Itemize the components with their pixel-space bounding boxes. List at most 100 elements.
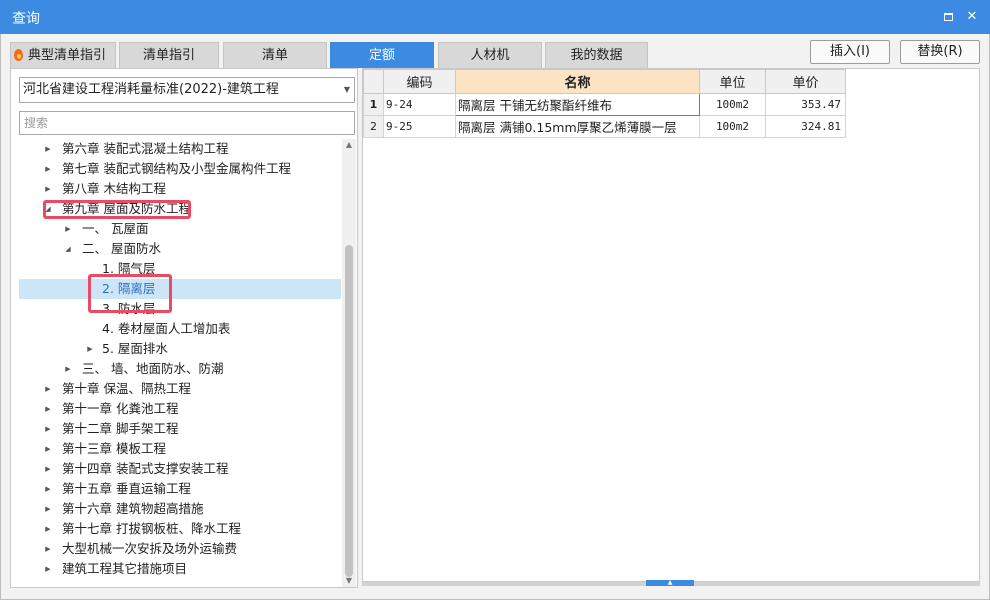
collapse-arrow-icon[interactable]: ◢ — [64, 239, 72, 259]
tree-item[interactable]: ▶ 第十五章 垂直运输工程 — [11, 479, 341, 499]
col-header-code[interactable]: 编码 — [383, 69, 456, 94]
tree-item[interactable]: ▶ 第十六章 建筑物超高措施 — [11, 499, 341, 519]
cell-price[interactable]: 353.47 — [765, 93, 846, 116]
window-titlebar: 查询 ✕ — [0, 0, 990, 34]
tree-item[interactable]: ▶ 大型机械一次安拆及场外运输费 — [11, 539, 341, 559]
tree-item-label: 第十七章 打拔钢板桩、降水工程 — [62, 521, 241, 536]
expand-arrow-icon[interactable]: ▶ — [44, 439, 52, 459]
tree-item-label: 第十一章 化粪池工程 — [62, 401, 179, 416]
standard-select-value: 河北省建设工程消耗量标准(2022)-建筑工程 — [23, 82, 279, 97]
expand-arrow-icon[interactable]: ▶ — [44, 479, 52, 499]
tree-item[interactable]: ▶ 第十二章 脚手架工程 — [11, 419, 341, 439]
expand-arrow-icon[interactable]: ▶ — [64, 359, 72, 379]
chevron-down-icon[interactable]: ▼ — [344, 78, 350, 102]
standard-select[interactable]: 河北省建设工程消耗量标准(2022)-建筑工程 ▼ — [19, 77, 355, 103]
expand-arrow-icon[interactable]: ▶ — [44, 559, 52, 579]
tree-item[interactable]: ▶ 第十四章 装配式支撑安装工程 — [11, 459, 341, 479]
tree-item-label: 4. 卷材屋面人工增加表 — [102, 321, 231, 336]
tab-label: 典型清单指引 — [27, 48, 106, 63]
expand-arrow-icon[interactable]: ▶ — [44, 519, 52, 539]
tree-item[interactable]: ▶ 第十七章 打拔钢板桩、降水工程 — [11, 519, 341, 539]
cell-code[interactable]: 9-25 — [383, 115, 456, 138]
expand-arrow-icon[interactable]: ▶ — [44, 539, 52, 559]
tree-item[interactable]: ▶ 建筑工程其它措施项目 — [11, 559, 341, 579]
tree-item[interactable]: ◢ 第九章 屋面及防水工程 — [11, 199, 341, 219]
tab-list-guide[interactable]: 清单指引 — [119, 42, 219, 68]
cell-name[interactable]: 隔离层 满铺0.15mm厚聚乙烯薄膜一层 — [455, 115, 700, 138]
tree-item-label: 第九章 屋面及防水工程 — [62, 201, 191, 216]
tree-item[interactable]: 3. 防水层 — [11, 299, 341, 319]
tree-item-label: 一、 瓦屋面 — [82, 221, 149, 236]
tree-item-label: 二、 屋面防水 — [82, 241, 161, 256]
tree-item[interactable]: ▶ 第七章 装配式钢结构及小型金属构件工程 — [11, 159, 341, 179]
results-table: 编码 名称 单位 单价 1 9-24 隔离层 干铺无纺聚酯纤维布 100m2 3… — [363, 69, 846, 138]
tree-item-label: 第八章 木结构工程 — [62, 181, 166, 196]
expand-arrow-icon[interactable]: ▶ — [44, 179, 52, 199]
tree-item-label: 第十五章 垂直运输工程 — [62, 481, 191, 496]
tab-labor-material-machine[interactable]: 人材机 — [438, 42, 542, 68]
col-header-name[interactable]: 名称 — [455, 69, 700, 94]
tree-item[interactable]: ▶ 第十一章 化粪池工程 — [11, 399, 341, 419]
tree-item-label: 5. 屋面排水 — [102, 341, 168, 356]
scroll-up-icon[interactable]: ▲ — [342, 139, 356, 151]
tree-item[interactable]: ▶ 三、 墙、地面防水、防潮 — [11, 359, 341, 379]
expand-arrow-icon[interactable]: ▶ — [44, 459, 52, 479]
tab-my-data[interactable]: 我的数据 — [545, 42, 648, 68]
cell-price[interactable]: 324.81 — [765, 115, 846, 138]
table-row[interactable]: 2 9-25 隔离层 满铺0.15mm厚聚乙烯薄膜一层 100m2 324.81 — [363, 115, 846, 138]
expand-panel-icon[interactable]: ▲ — [646, 580, 694, 586]
tree-item-selected[interactable]: 2. 隔离层 — [19, 279, 341, 299]
tab-label: 清单指引 — [142, 48, 195, 63]
tab-quota[interactable]: 定额 — [330, 42, 434, 68]
results-pane: 编码 名称 单位 单价 1 9-24 隔离层 干铺无纺聚酯纤维布 100m2 3… — [362, 68, 980, 582]
replace-button[interactable]: 替换(R) — [900, 40, 980, 64]
tree-scrollbar[interactable]: ▲ ▼ — [342, 139, 356, 587]
close-icon[interactable]: ✕ — [964, 9, 980, 25]
expand-arrow-icon[interactable]: ▶ — [44, 379, 52, 399]
splitter-bar: ▲ — [362, 580, 980, 586]
scroll-down-icon[interactable]: ▼ — [342, 575, 356, 587]
cell-code[interactable]: 9-24 — [383, 93, 456, 116]
scrollbar-thumb[interactable] — [345, 245, 353, 577]
expand-arrow-icon[interactable]: ▶ — [44, 399, 52, 419]
table-row[interactable]: 1 9-24 隔离层 干铺无纺聚酯纤维布 100m2 353.47 — [363, 93, 846, 116]
expand-arrow-icon[interactable]: ▶ — [44, 419, 52, 439]
tab-label: 我的数据 — [570, 48, 623, 63]
tree-item[interactable]: ▶ 第十章 保温、隔热工程 — [11, 379, 341, 399]
search-input[interactable] — [19, 111, 355, 135]
cell-name[interactable]: 隔离层 干铺无纺聚酯纤维布 — [455, 93, 700, 116]
left-pane: 河北省建设工程消耗量标准(2022)-建筑工程 ▼ ▶ 第六章 装配式混凝土结构… — [10, 68, 358, 588]
cell-unit[interactable]: 100m2 — [699, 93, 766, 116]
tree-item-label: 第七章 装配式钢结构及小型金属构件工程 — [62, 161, 291, 176]
expand-arrow-icon[interactable]: ▶ — [44, 139, 52, 159]
tree-item[interactable]: ◢ 二、 屋面防水 — [11, 239, 341, 259]
col-header-unit[interactable]: 单位 — [699, 69, 766, 94]
tree-item-label: 第十三章 模板工程 — [62, 441, 166, 456]
tree-item[interactable]: ▶ 第六章 装配式混凝土结构工程 — [11, 139, 341, 159]
fire-icon — [14, 49, 23, 61]
tab-typical-list-guide[interactable]: 典型清单指引 — [10, 42, 116, 68]
expand-arrow-icon[interactable]: ▶ — [64, 219, 72, 239]
tree-item[interactable]: 4. 卷材屋面人工增加表 — [11, 319, 341, 339]
tree-item[interactable]: ▶ 5. 屋面排水 — [11, 339, 341, 359]
tree-item[interactable]: ▶ 一、 瓦屋面 — [11, 219, 341, 239]
expand-arrow-icon[interactable]: ▶ — [44, 499, 52, 519]
tree-item-label: 3. 防水层 — [102, 301, 156, 316]
tree-item[interactable]: ▶ 第十三章 模板工程 — [11, 439, 341, 459]
cell-unit[interactable]: 100m2 — [699, 115, 766, 138]
tree-item-label: 第六章 装配式混凝土结构工程 — [62, 141, 229, 156]
tree-item[interactable]: ▶ 第八章 木结构工程 — [11, 179, 341, 199]
row-number: 1 — [363, 93, 384, 116]
tree-item-label: 建筑工程其它措施项目 — [62, 561, 188, 576]
tree-item[interactable]: 1. 隔气层 — [11, 259, 341, 279]
expand-arrow-icon[interactable]: ▶ — [44, 159, 52, 179]
tree-item-label: 第十四章 装配式支撑安装工程 — [62, 461, 229, 476]
col-header-price[interactable]: 单价 — [765, 69, 846, 94]
window-title: 查询 — [12, 11, 40, 27]
maximize-icon[interactable] — [940, 9, 956, 25]
insert-button[interactable]: 插入(I) — [810, 40, 890, 64]
expand-arrow-icon[interactable]: ▶ — [86, 339, 94, 359]
tab-list[interactable]: 清单 — [223, 42, 327, 68]
collapse-arrow-icon[interactable]: ◢ — [44, 199, 52, 219]
tree-item-label: 1. 隔气层 — [102, 261, 156, 276]
